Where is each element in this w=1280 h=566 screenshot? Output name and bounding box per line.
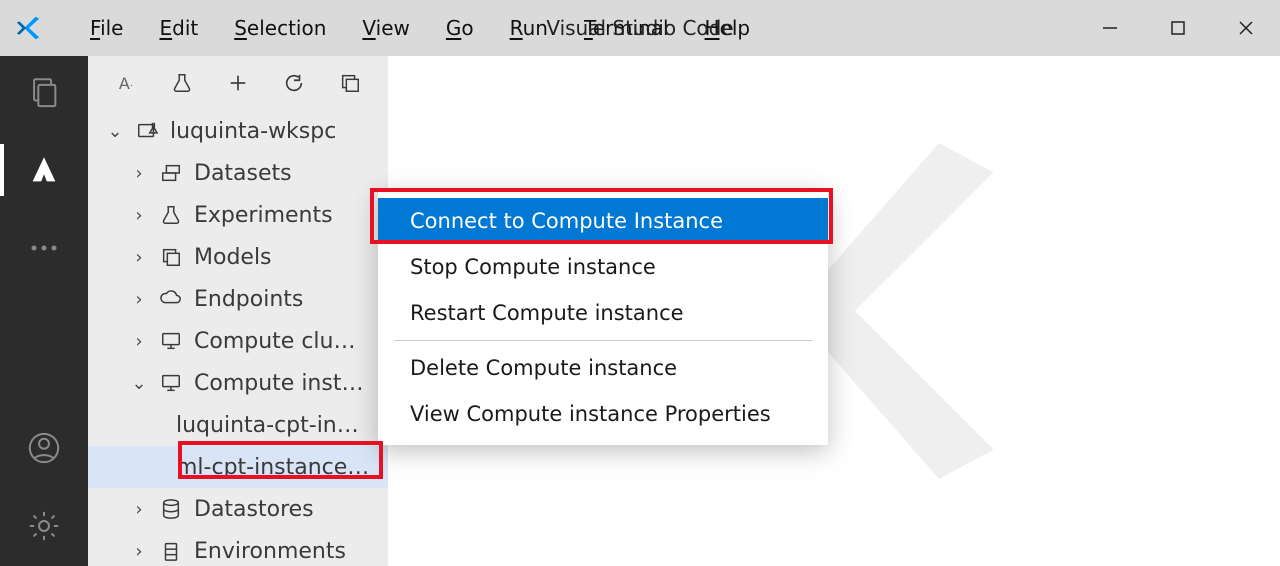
chevron-right-icon: › xyxy=(130,541,148,562)
menu-terminal[interactable]: TerminalTerminal xyxy=(566,10,687,46)
chevron-right-icon: › xyxy=(130,163,148,184)
datastores-label: Datastores xyxy=(194,497,314,522)
models-icon xyxy=(158,246,184,268)
minimize-button[interactable] xyxy=(1076,0,1144,56)
compute-instances-label: Compute inst… xyxy=(194,371,363,396)
workspace-tree: ⌄ luquinta-wkspc › Datasets › Experiment… xyxy=(88,110,388,566)
window-controls xyxy=(1076,0,1280,56)
vscode-icon xyxy=(0,13,56,43)
chevron-right-icon: › xyxy=(130,499,148,520)
ctx-separator xyxy=(394,340,812,341)
compute-cluster-icon xyxy=(158,330,184,352)
menu-view[interactable]: ViewView xyxy=(344,10,427,46)
models-label: Models xyxy=(194,245,272,270)
endpoints-label: Endpoints xyxy=(194,287,303,312)
tree-compute-instances[interactable]: ⌄ Compute inst… xyxy=(88,362,388,404)
menu-go[interactable]: GoGo xyxy=(428,10,492,46)
chevron-right-icon: › xyxy=(130,331,148,352)
refresh-icon[interactable] xyxy=(280,69,308,97)
tree-workspace[interactable]: ⌄ luquinta-wkspc xyxy=(88,110,388,152)
compute-instance-icon xyxy=(158,372,184,394)
sidebar: A. ⌄ luquinta-wkspc › xyxy=(88,56,388,566)
explorer-icon[interactable] xyxy=(24,72,64,112)
settings-icon[interactable] xyxy=(24,506,64,546)
experiments-icon xyxy=(158,203,184,227)
tree-datasets[interactable]: › Datasets xyxy=(88,152,388,194)
environments-icon xyxy=(158,539,184,563)
environments-label: Environments xyxy=(194,539,346,564)
beaker-icon[interactable] xyxy=(168,69,196,97)
ctx-connect[interactable]: Connect to Compute Instance xyxy=(378,198,828,244)
menu-run[interactable]: RunRun xyxy=(492,10,566,46)
datasets-icon xyxy=(158,162,184,184)
chevron-right-icon: › xyxy=(130,247,148,268)
workspace-label: luquinta-wkspc xyxy=(170,119,336,144)
tree-instance-1[interactable]: luquinta-cpt-in… xyxy=(88,404,388,446)
chevron-right-icon: › xyxy=(130,289,148,310)
experiments-label: Experiments xyxy=(194,203,333,228)
ctx-restart[interactable]: Restart Compute instance xyxy=(378,290,828,336)
chevron-down-icon: ⌄ xyxy=(106,121,124,142)
instance1-label: luquinta-cpt-in… xyxy=(176,413,359,438)
tree-compute-clusters[interactable]: › Compute clu… xyxy=(88,320,388,362)
chevron-right-icon: › xyxy=(130,205,148,226)
ctx-stop[interactable]: Stop Compute instance xyxy=(378,244,828,290)
maximize-button[interactable] xyxy=(1144,0,1212,56)
instance2-label: ml-cpt-instance… xyxy=(176,455,369,480)
collapse-icon[interactable] xyxy=(336,69,364,97)
azure-icon[interactable] xyxy=(24,150,64,190)
add-icon[interactable] xyxy=(224,69,252,97)
menu-selection[interactable]: SelectionSelection xyxy=(216,10,344,46)
menu-edit[interactable]: EditEdit xyxy=(141,10,216,46)
menu-file[interactable]: FFileile xyxy=(72,10,141,46)
chevron-down-icon: ⌄ xyxy=(130,373,148,394)
sidebar-toolbar: A. xyxy=(88,56,388,110)
tree-instance-2[interactable]: ml-cpt-instance… xyxy=(88,446,388,488)
title-bar: FFileile EditEdit SelectionSelection Vie… xyxy=(0,0,1280,56)
menu-help[interactable]: HelpHelp xyxy=(687,10,769,46)
datasets-label: Datasets xyxy=(194,161,292,186)
default-workspace-icon[interactable]: A. xyxy=(112,69,140,97)
compute-clusters-label: Compute clu… xyxy=(194,329,355,354)
tree-endpoints[interactable]: › Endpoints xyxy=(88,278,388,320)
ctx-delete[interactable]: Delete Compute instance xyxy=(378,345,828,391)
datastores-icon xyxy=(158,497,184,521)
workspace-icon xyxy=(134,120,160,142)
activity-bar xyxy=(0,56,88,566)
menubar: FFileile EditEdit SelectionSelection Vie… xyxy=(72,10,768,46)
endpoints-icon xyxy=(158,288,184,310)
tree-environments[interactable]: › Environments xyxy=(88,530,388,566)
more-icon[interactable] xyxy=(24,228,64,268)
tree-experiments[interactable]: › Experiments xyxy=(88,194,388,236)
tree-datastores[interactable]: › Datastores xyxy=(88,488,388,530)
close-button[interactable] xyxy=(1212,0,1280,56)
ctx-props[interactable]: View Compute instance Properties xyxy=(378,391,828,437)
context-menu: Connect to Compute Instance Stop Compute… xyxy=(378,190,828,445)
tree-models[interactable]: › Models xyxy=(88,236,388,278)
account-icon[interactable] xyxy=(24,428,64,468)
